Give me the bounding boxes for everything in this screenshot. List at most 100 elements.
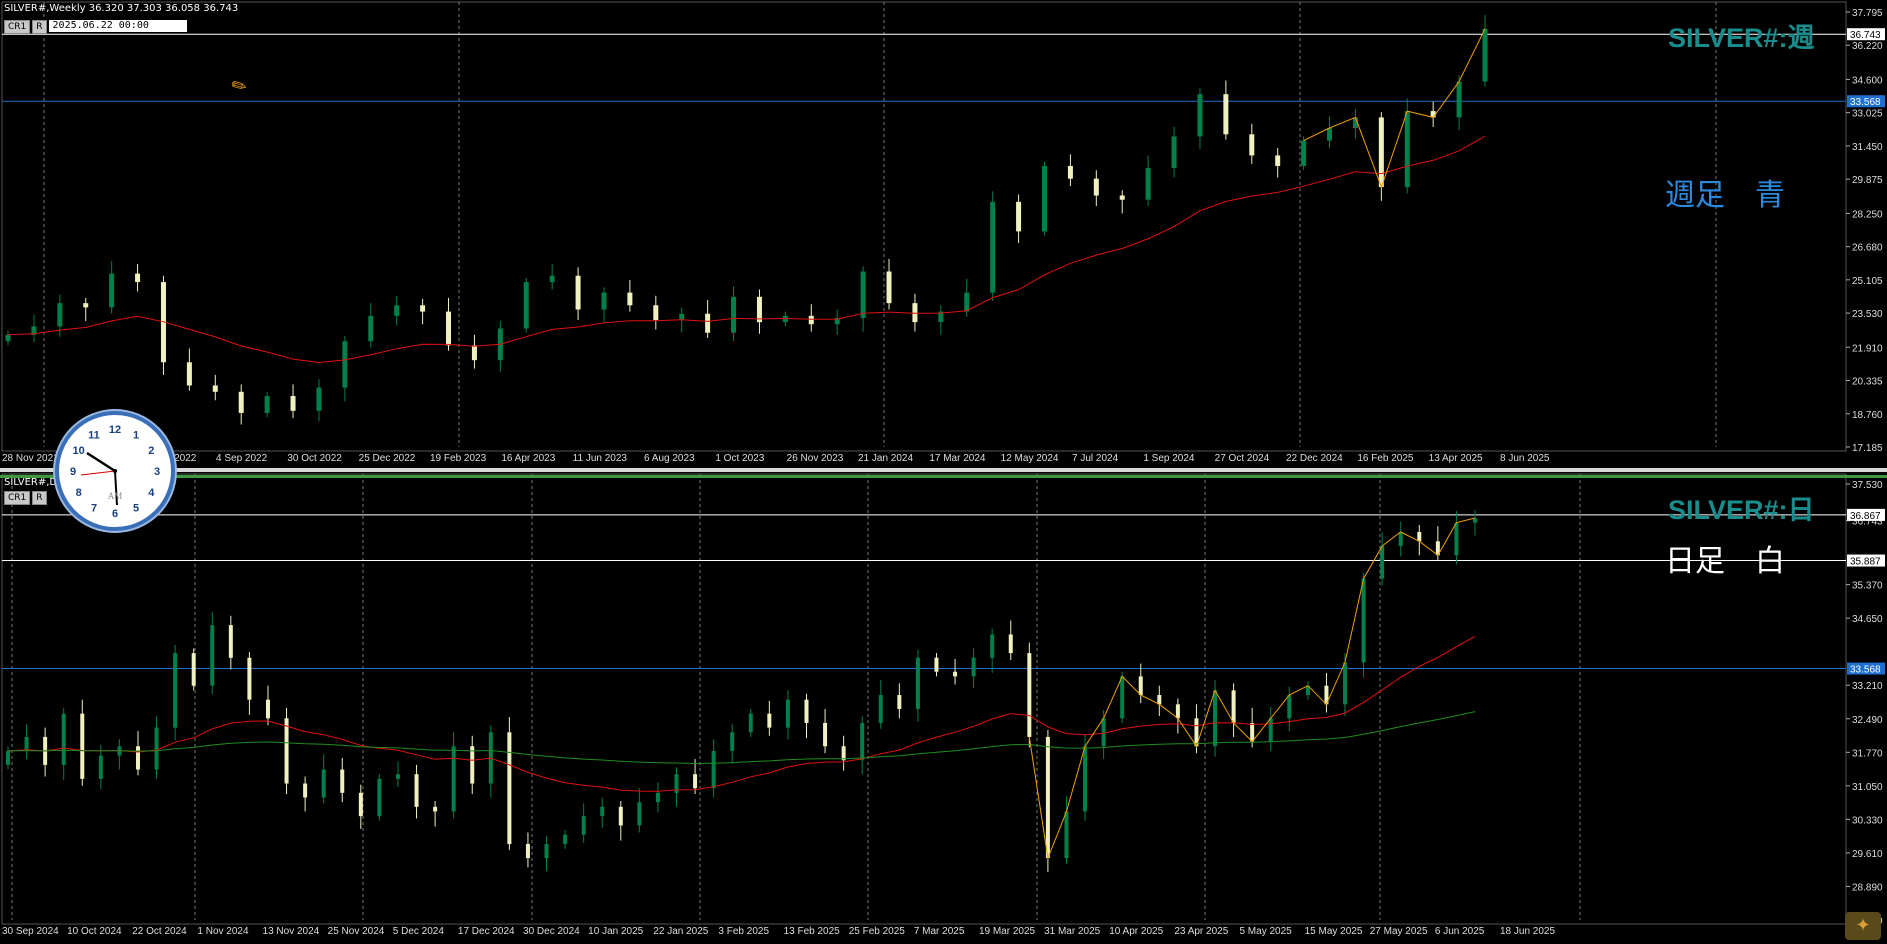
price-axis-label: 17.185: [1852, 443, 1883, 454]
r-button[interactable]: R: [32, 491, 47, 505]
clock-numeral: 8: [76, 487, 82, 499]
candle-body: [1268, 718, 1273, 742]
candle-body: [284, 718, 289, 784]
candle-body: [756, 296, 762, 323]
plot-border: [1, 473, 1847, 925]
daily-symbol-label: SILVER#:日: [1668, 495, 1815, 525]
candle-body: [860, 722, 865, 761]
candle-body: [679, 313, 685, 321]
date-axis-label: 16 Feb 2025: [1357, 453, 1414, 464]
candle-body: [1482, 28, 1488, 82]
price-axis-label: 31.770: [1852, 748, 1883, 759]
clock-numeral: 5: [133, 502, 139, 514]
price-axis-label: 34.600: [1852, 75, 1883, 86]
price-axis-label: 18.760: [1852, 410, 1883, 421]
candle-body: [1287, 695, 1292, 719]
date-axis-label: 12 May 2024: [1001, 453, 1059, 464]
candle-body: [1119, 195, 1125, 200]
price-axis-label: 34.650: [1852, 614, 1883, 625]
date-axis-label: 27 May 2025: [1370, 926, 1428, 937]
candle-body: [1157, 695, 1162, 705]
candle-body: [860, 271, 866, 318]
price-tag-label: 36.867: [1850, 511, 1881, 522]
clock-numeral: 7: [91, 502, 97, 514]
date-axis-label: 7 Mar 2025: [914, 926, 965, 937]
clock-numeral: 9: [70, 466, 76, 478]
candle-body: [173, 653, 178, 728]
weekly-note: 週足 青: [1665, 178, 1785, 213]
date-axis-label: 19 Mar 2025: [979, 926, 1036, 937]
candle-body: [154, 727, 159, 770]
cr1-button[interactable]: CR1: [4, 20, 31, 34]
date-axis-label: 1 Oct 2023: [715, 453, 764, 464]
candle-body: [61, 713, 66, 765]
candle-body: [1083, 746, 1088, 812]
candle-body: [964, 292, 970, 312]
candle-body: [1223, 94, 1229, 135]
candle-body: [247, 657, 252, 700]
price-axis-label: 26.680: [1852, 243, 1883, 254]
candle-body: [1138, 676, 1143, 696]
candle-body: [264, 396, 270, 413]
candle-body: [83, 303, 89, 308]
date-axis-label: 25 Nov 2024: [328, 926, 385, 937]
candle-body: [549, 275, 555, 283]
candle-body: [1417, 531, 1422, 542]
daily-chart-pane[interactable]: 37.530 36.743 35.370 34.650 33.210 32.490 31.7…: [0, 472, 1887, 944]
candle-body: [600, 806, 605, 817]
analog-clock-widget[interactable]: 1 2 3 4 5 6 7 8 9 10 11 12 AM: [55, 411, 175, 531]
date-axis-label: 18 Jun 2025: [1500, 926, 1555, 937]
date-axis-label: 6 Aug 2023: [644, 453, 695, 464]
weekly-chart-canvas[interactable]: 37.795 36.220 34.600 33.025 31.450 29.875 28.2…: [0, 0, 1887, 470]
price-axis-label: 30.330: [1852, 815, 1883, 826]
r-button[interactable]: R: [32, 20, 47, 34]
candle-body: [1093, 178, 1099, 196]
candle-body: [98, 755, 103, 779]
candle-body: [377, 778, 382, 817]
candle-body: [601, 292, 607, 310]
candle-body: [24, 736, 29, 751]
clock-numeral: 1: [133, 430, 139, 442]
candle-body: [414, 774, 419, 807]
clock-face-icon: 1234567891011 12 AM: [70, 424, 160, 520]
candle-body: [212, 385, 218, 392]
candle-body: [711, 750, 716, 789]
candle-body: [109, 273, 115, 308]
date-axis-label: 23 Apr 2025: [1174, 926, 1228, 937]
candle-body: [1213, 690, 1218, 747]
candle-body: [420, 305, 426, 312]
candle-body: [1045, 736, 1050, 859]
datetime-field[interactable]: 2025.06.22 00:00: [48, 20, 187, 32]
price-axis-label: 29.610: [1852, 849, 1883, 860]
date-axis-label: 8 Jun 2025: [1500, 453, 1550, 464]
date-axis-label: 16 Apr 2023: [501, 453, 555, 464]
date-axis-label: 22 Jan 2025: [653, 926, 708, 937]
candle-body: [808, 315, 814, 325]
candle-body: [1380, 545, 1385, 579]
price-axis-label: 37.530: [1852, 480, 1883, 491]
svg-text:AM: AM: [108, 491, 123, 501]
price-tag-label: 33.568: [1850, 97, 1881, 108]
candle-body: [575, 275, 581, 310]
candle-body: [1016, 201, 1022, 232]
candle-body: [1101, 718, 1106, 747]
cr1-button[interactable]: CR1: [4, 491, 31, 505]
price-axis-label: 21.910: [1852, 343, 1883, 354]
candle-body: [990, 201, 996, 293]
candle-body: [915, 657, 920, 709]
weekly-chart-pane[interactable]: 37.795 36.220 34.600 33.025 31.450 29.875 28.2…: [0, 0, 1887, 470]
date-axis-label: 13 Apr 2025: [1429, 453, 1483, 464]
candle-body: [1378, 117, 1384, 188]
date-axis-label: 25 Feb 2025: [849, 926, 906, 937]
candle-body: [1171, 136, 1177, 169]
date-axis-label: 3 Feb 2025: [718, 926, 769, 937]
candle-body: [525, 844, 530, 859]
candle-body: [1008, 634, 1013, 654]
candle-body: [340, 769, 345, 793]
candle-body: [581, 816, 586, 835]
date-axis-label: 30 Dec 2024: [523, 926, 580, 937]
daily-chart-canvas[interactable]: 37.53036.74335.37034.65033.21032.49031.7…: [0, 472, 1887, 944]
candle-body: [228, 625, 233, 658]
candle-body: [191, 653, 196, 686]
candle-body: [135, 746, 140, 770]
